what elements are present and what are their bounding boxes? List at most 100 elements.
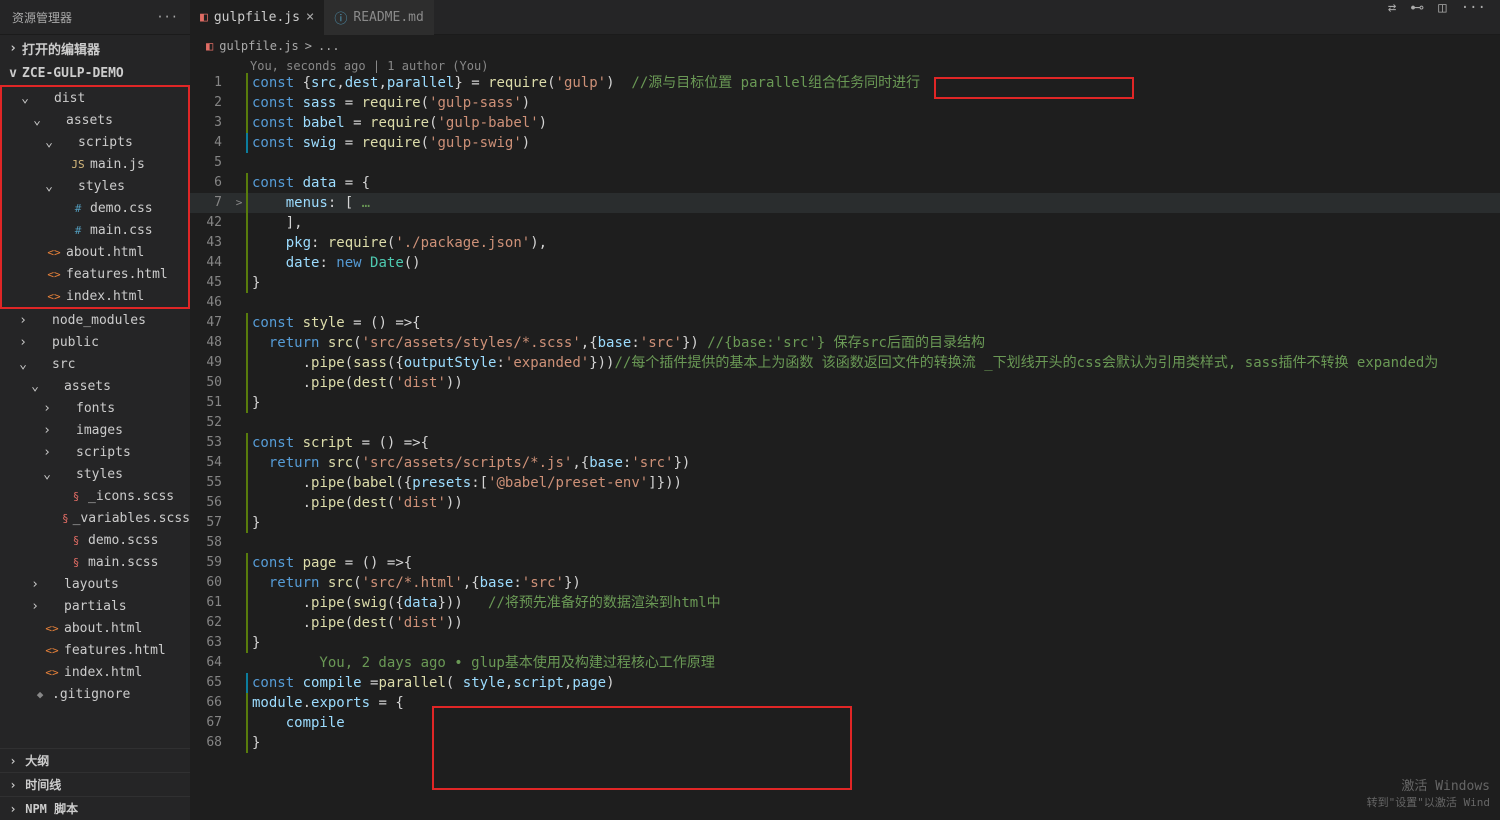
code-line[interactable]: 6const data = { [190, 173, 1500, 193]
file-icon: § [68, 556, 84, 569]
outline-section[interactable]: › 大纲 [0, 748, 190, 772]
split-icon[interactable]: ◫ [1438, 0, 1446, 35]
codelens[interactable]: You, seconds ago | 1 author (You) [190, 57, 1500, 73]
code-line[interactable]: 53const script = () =>{ [190, 433, 1500, 453]
code-line[interactable]: 42 ], [190, 213, 1500, 233]
chevron-right-icon: › [8, 41, 18, 56]
code-line[interactable]: 5 [190, 153, 1500, 173]
tree-item[interactable]: § main.scss [0, 551, 190, 573]
tree-item[interactable]: <>about.html [2, 241, 188, 263]
code-line[interactable]: 61 .pipe(swig({data})) //将预先准备好的数据渲染到htm… [190, 593, 1500, 613]
tree-item[interactable]: <>about.html [0, 617, 190, 639]
code-line[interactable]: 56 .pipe(dest('dist')) [190, 493, 1500, 513]
tree-item[interactable]: ⌄src [0, 353, 190, 375]
tree-item[interactable]: ›images [0, 419, 190, 441]
tree-label: dist [54, 91, 85, 106]
more-icon[interactable]: ··· [156, 10, 178, 24]
breadcrumb[interactable]: ◧ gulpfile.js > ... [190, 35, 1500, 57]
timeline-section[interactable]: › 时间线 [0, 772, 190, 796]
file-icon: <> [44, 644, 60, 657]
code-line[interactable]: 44 date: new Date() [190, 253, 1500, 273]
tree-label: main.css [90, 223, 153, 238]
tree-item[interactable]: <>features.html [2, 263, 188, 285]
tree-item[interactable]: ›scripts [0, 441, 190, 463]
tree-label: demo.scss [88, 533, 158, 548]
code-line[interactable]: 59const page = () =>{ [190, 553, 1500, 573]
editor: ◧ gulpfile.js > ... You, seconds ago | 1… [190, 35, 1500, 820]
code-line[interactable]: 46 [190, 293, 1500, 313]
tree-item[interactable]: §_variables.scss [0, 507, 190, 529]
code-line[interactable]: 45} [190, 273, 1500, 293]
file-icon: <> [46, 290, 62, 303]
code-line[interactable]: 43 pkg: require('./package.json'), [190, 233, 1500, 253]
file-icon: # [70, 202, 86, 215]
code-line[interactable]: 62 .pipe(dest('dist')) [190, 613, 1500, 633]
code-line[interactable]: 2const sass = require('gulp-sass') [190, 93, 1500, 113]
tree-item[interactable]: ⌄assets [2, 109, 188, 131]
tree-item[interactable]: §_icons.scss [0, 485, 190, 507]
file-icon: <> [44, 666, 60, 679]
tree-item[interactable]: <>index.html [2, 285, 188, 307]
gulp-icon: ◧ [206, 39, 213, 53]
tab-readme[interactable]: ⓘ README.md [324, 0, 433, 35]
tab-label: README.md [353, 10, 423, 25]
tree-item[interactable]: <> features.html [0, 639, 190, 661]
code-line[interactable]: 55 .pipe(babel({presets:['@babel/preset-… [190, 473, 1500, 493]
tree-item[interactable]: ⌄assets [0, 375, 190, 397]
code-line[interactable]: 50 .pipe(dest('dist')) [190, 373, 1500, 393]
code-line[interactable]: 58 [190, 533, 1500, 553]
explorer: › 打开的编辑器 v ZCE-GULP-DEMO ⌄dist⌄assets⌄sc… [0, 35, 190, 820]
compare-icon[interactable]: ⇄ [1388, 0, 1396, 35]
code-line[interactable]: 48 return src('src/assets/styles/*.scss'… [190, 333, 1500, 353]
tree-item[interactable]: ›partials [0, 595, 190, 617]
tree-item[interactable]: ›node_modules [0, 309, 190, 331]
tree-item[interactable]: ⌄styles [0, 463, 190, 485]
tree-item[interactable]: ›layouts [0, 573, 190, 595]
file-icon: # [70, 224, 86, 237]
code-line[interactable]: 47const style = () =>{ [190, 313, 1500, 333]
file-icon: § [68, 534, 84, 547]
code-line[interactable]: 64 You, 2 days ago • glup基本使用及构建过程核心工作原理 [190, 653, 1500, 673]
open-editors-section[interactable]: › 打开的编辑器 [0, 35, 190, 62]
tree-item[interactable]: ⌄styles [2, 175, 188, 197]
npm-scripts-section[interactable]: › NPM 脚本 [0, 796, 190, 820]
tree-label: about.html [64, 621, 142, 636]
code-line[interactable]: 51} [190, 393, 1500, 413]
info-icon: ⓘ [334, 8, 347, 27]
code-line[interactable]: 4const swig = require('gulp-swig') [190, 133, 1500, 153]
code-line[interactable]: 63} [190, 633, 1500, 653]
tree-item[interactable]: ◆.gitignore [0, 683, 190, 705]
project-section[interactable]: v ZCE-GULP-DEMO [0, 62, 190, 85]
tree-label: main.scss [88, 555, 158, 570]
tree-item[interactable]: ›public [0, 331, 190, 353]
file-icon: § [62, 512, 69, 525]
chevron-down-icon: v [8, 66, 18, 81]
code-area[interactable]: 1const {src,dest,parallel} = require('gu… [190, 73, 1500, 820]
tree-item[interactable]: ›fonts [0, 397, 190, 419]
annotation-box-2 [432, 706, 852, 790]
run-icon[interactable]: ⊷ [1410, 0, 1424, 35]
close-icon[interactable]: × [306, 9, 314, 25]
code-line[interactable]: 49 .pipe(sass({outputStyle:'expanded'}))… [190, 353, 1500, 373]
code-line[interactable]: 57} [190, 513, 1500, 533]
tree-item[interactable]: § demo.scss [0, 529, 190, 551]
code-line[interactable]: 52 [190, 413, 1500, 433]
tree-item[interactable]: ⌄scripts [2, 131, 188, 153]
tree-item[interactable]: <>index.html [0, 661, 190, 683]
tree-item[interactable]: ⌄dist [2, 87, 188, 109]
file-icon: <> [46, 268, 62, 281]
more-icon[interactable]: ··· [1461, 0, 1486, 35]
tree-item[interactable]: JSmain.js [2, 153, 188, 175]
tree-label: .gitignore [52, 687, 130, 702]
tree-item[interactable]: #demo.css [2, 197, 188, 219]
tree-label: features.html [64, 643, 166, 658]
tree-item[interactable]: # main.css [2, 219, 188, 241]
code-line[interactable]: 60 return src('src/*.html',{base:'src'}) [190, 573, 1500, 593]
code-line[interactable]: 54 return src('src/assets/scripts/*.js',… [190, 453, 1500, 473]
code-line[interactable]: 65const compile =parallel( style,script,… [190, 673, 1500, 693]
tab-gulpfile[interactable]: ◧ gulpfile.js × [190, 0, 324, 35]
file-tree: ›node_modules›public⌄src⌄assets›fonts›im… [0, 309, 190, 748]
code-line[interactable]: 3const babel = require('gulp-babel') [190, 113, 1500, 133]
code-line[interactable]: 1const {src,dest,parallel} = require('gu… [190, 73, 1500, 93]
code-line[interactable]: 7> menus: [ … [190, 193, 1500, 213]
